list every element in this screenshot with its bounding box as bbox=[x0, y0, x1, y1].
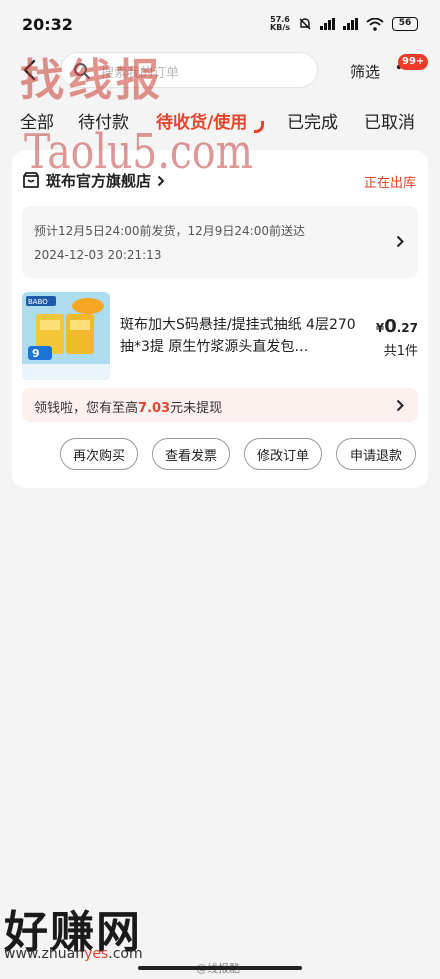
modify-order-button[interactable]: 修改订单 bbox=[244, 438, 322, 470]
battery-icon: 56 bbox=[392, 17, 418, 31]
filter-button[interactable]: 筛选 bbox=[350, 61, 380, 82]
product-image[interactable]: BABO 9 bbox=[22, 292, 110, 380]
watermark-url: www.zhuanyes.com bbox=[4, 946, 143, 962]
buy-again-button[interactable]: 再次购买 bbox=[60, 438, 138, 470]
delivery-info[interactable]: 预计12月5日24:00前发货，12月9日24:00前送达 2024-12-03… bbox=[22, 206, 418, 278]
chevron-right-icon bbox=[396, 235, 404, 248]
view-invoice-button[interactable]: 查看发票 bbox=[152, 438, 230, 470]
svg-text:9: 9 bbox=[32, 347, 40, 360]
status-time: 20:32 bbox=[22, 14, 73, 34]
bell-muted-icon bbox=[299, 18, 311, 30]
request-refund-button[interactable]: 申请退款 bbox=[336, 438, 416, 470]
tab-completed[interactable]: 已完成 bbox=[287, 108, 338, 133]
wifi-icon bbox=[366, 17, 384, 31]
tab-cancelled[interactable]: 已取消 bbox=[364, 108, 415, 133]
signal-2-icon bbox=[343, 18, 358, 30]
net-speed: 57.6 KB/s bbox=[270, 15, 290, 32]
order-card[interactable]: 斑布官方旗舰店 正在出库 预计12月5日24:00前发货，12月9日24:00前… bbox=[12, 150, 428, 488]
order-time: 2024-12-03 20:21:13 bbox=[34, 248, 162, 262]
product-price: ¥0.27 bbox=[375, 316, 418, 337]
status-icons: 57.6 KB/s 56 bbox=[270, 16, 418, 32]
cashback-text: 领钱啦，您有至高7.03元未提现 bbox=[34, 401, 223, 416]
status-bar: 20:32 57.6 KB/s 56 bbox=[0, 0, 440, 48]
chevron-right-icon bbox=[396, 399, 404, 412]
watermark-logo-top: 找线报 bbox=[20, 55, 164, 106]
cashback-banner[interactable]: 领钱啦，您有至高7.03元未提现 bbox=[22, 388, 418, 422]
order-status: 正在出库 bbox=[363, 176, 416, 191]
product-quantity: 共1件 bbox=[383, 344, 418, 359]
tab-active-indicator bbox=[254, 121, 264, 133]
watermark-logo-latin: Taolu5.com bbox=[24, 124, 253, 180]
tissue-pack-image: BABO 9 bbox=[22, 292, 110, 380]
delivery-estimate: 预计12月5日24:00前发货，12月9日24:00前送达 bbox=[34, 224, 305, 238]
home-indicator[interactable] bbox=[138, 966, 302, 970]
product-title[interactable]: 斑布加大S码悬挂/提挂式抽纸 4层270抽*3提 原生竹浆源头直发包… bbox=[120, 314, 356, 358]
message-badge: 99+ bbox=[398, 54, 429, 70]
svg-text:BABO: BABO bbox=[28, 298, 48, 306]
signal-icon bbox=[320, 18, 335, 30]
